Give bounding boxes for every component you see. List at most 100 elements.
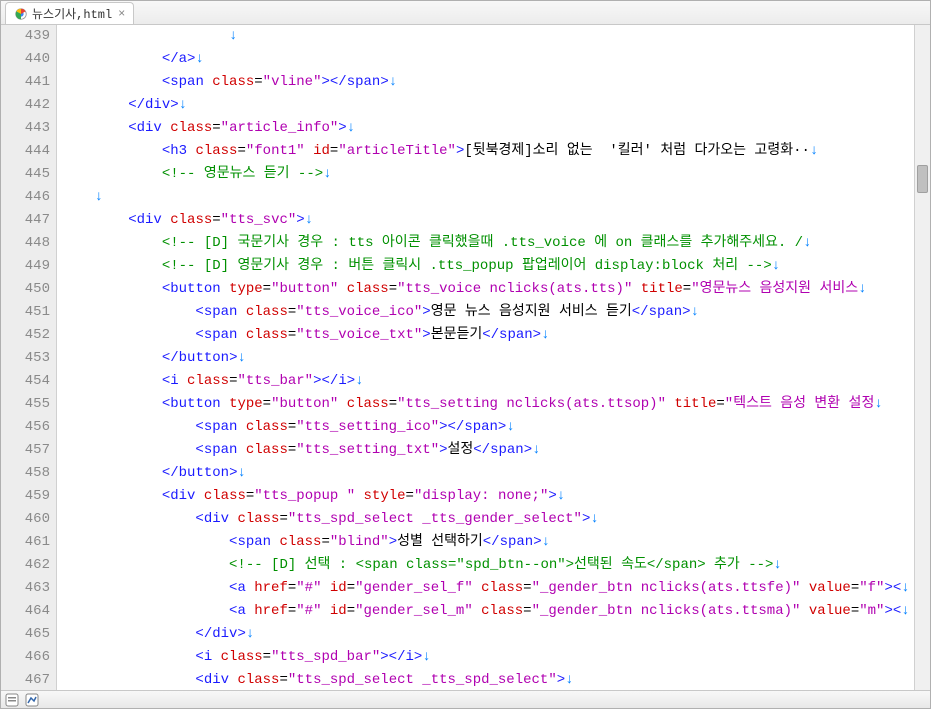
newline-icon: ↓ xyxy=(506,419,514,435)
newline-icon: ↓ xyxy=(542,534,550,550)
line-number: 442 xyxy=(1,94,50,117)
newline-icon: ↓ xyxy=(590,511,598,527)
line-number: 448 xyxy=(1,232,50,255)
newline-icon: ↓ xyxy=(195,51,203,67)
file-tab[interactable]: 뉴스기사,html × xyxy=(5,2,134,24)
newline-icon: ↓ xyxy=(237,465,245,481)
line-number: 450 xyxy=(1,278,50,301)
line-number: 439 xyxy=(1,25,50,48)
newline-icon: ↓ xyxy=(810,143,818,159)
code-line[interactable]: ↓ xyxy=(61,186,914,209)
code-line[interactable]: <!-- [D] 영문기사 경우 : 버튼 클릭시 .tts_popup 팝업레… xyxy=(61,255,914,278)
newline-icon: ↓ xyxy=(858,281,866,297)
code-line[interactable]: </button>↓ xyxy=(61,462,914,485)
newline-icon: ↓ xyxy=(323,166,331,182)
newline-icon: ↓ xyxy=(901,603,909,619)
newline-icon: ↓ xyxy=(422,649,430,665)
code-line[interactable]: ↓ xyxy=(61,25,914,48)
editor-window: 뉴스기사,html × 4394404414424434444454464474… xyxy=(0,0,931,709)
code-line[interactable]: <h3 class="font1" id="articleTitle">[뒷북경… xyxy=(61,140,914,163)
line-number: 443 xyxy=(1,117,50,140)
line-number: 466 xyxy=(1,646,50,669)
newline-icon: ↓ xyxy=(95,189,103,205)
line-number-gutter: 4394404414424434444454464474484494504514… xyxy=(1,25,57,690)
status-icon-1[interactable] xyxy=(5,693,19,707)
line-number: 460 xyxy=(1,508,50,531)
code-line[interactable]: <span class="tts_setting_txt">설정</span>↓ xyxy=(61,439,914,462)
line-number: 440 xyxy=(1,48,50,71)
code-line[interactable]: </a>↓ xyxy=(61,48,914,71)
tab-title: 뉴스기사,html xyxy=(32,5,112,22)
code-line[interactable]: <!-- [D] 선택 : <span class="spd_btn--on">… xyxy=(61,554,914,577)
line-number: 461 xyxy=(1,531,50,554)
line-number: 454 xyxy=(1,370,50,393)
line-number: 447 xyxy=(1,209,50,232)
line-number: 465 xyxy=(1,623,50,646)
line-number: 451 xyxy=(1,301,50,324)
code-line[interactable]: </div>↓ xyxy=(61,623,914,646)
code-line[interactable]: <span class="tts_setting_ico"></span>↓ xyxy=(61,416,914,439)
code-line[interactable]: <i class="tts_spd_bar"></i>↓ xyxy=(61,646,914,669)
newline-icon: ↓ xyxy=(179,97,187,113)
code-line[interactable]: <!-- [D] 국문기사 경우 : tts 아이콘 클릭했을때 .tts_vo… xyxy=(61,232,914,255)
newline-icon: ↓ xyxy=(557,488,565,504)
code-line[interactable]: </button>↓ xyxy=(61,347,914,370)
newline-icon: ↓ xyxy=(541,327,549,343)
code-line[interactable]: <div class="tts_spd_select _tts_gender_s… xyxy=(61,508,914,531)
line-number: 464 xyxy=(1,600,50,623)
code-area[interactable]: ↓ </a>↓ <span class="vline"></span>↓ </d… xyxy=(57,25,914,690)
newline-icon: ↓ xyxy=(874,396,882,412)
line-number: 445 xyxy=(1,163,50,186)
code-line[interactable]: <button type="button" class="tts_setting… xyxy=(61,393,914,416)
line-number: 444 xyxy=(1,140,50,163)
newline-icon: ↓ xyxy=(691,304,699,320)
newline-icon: ↓ xyxy=(246,626,254,642)
newline-icon: ↓ xyxy=(237,350,245,366)
code-line[interactable]: <span class="vline"></span>↓ xyxy=(61,71,914,94)
newline-icon: ↓ xyxy=(532,442,540,458)
line-number: 467 xyxy=(1,669,50,690)
editor-body: 4394404414424434444454464474484494504514… xyxy=(1,25,930,690)
scroll-thumb[interactable] xyxy=(917,165,928,193)
newline-icon: ↓ xyxy=(773,557,781,573)
line-number: 449 xyxy=(1,255,50,278)
code-line[interactable]: <span class="tts_voice_ico">영문 뉴스 음성지원 서… xyxy=(61,301,914,324)
tab-bar: 뉴스기사,html × xyxy=(1,1,930,25)
line-number: 463 xyxy=(1,577,50,600)
line-number: 441 xyxy=(1,71,50,94)
code-line[interactable]: <span class="tts_voice_txt">본문듣기</span>↓ xyxy=(61,324,914,347)
newline-icon: ↓ xyxy=(229,28,237,44)
newline-icon: ↓ xyxy=(355,373,363,389)
code-line[interactable]: <div class="tts_popup " style="display: … xyxy=(61,485,914,508)
tab-close-button[interactable]: × xyxy=(118,7,125,21)
code-line[interactable]: <a href="#" id="gender_sel_m" class="_ge… xyxy=(61,600,914,623)
line-number: 456 xyxy=(1,416,50,439)
line-number: 458 xyxy=(1,462,50,485)
code-line[interactable]: <div class="tts_svc">↓ xyxy=(61,209,914,232)
code-line[interactable]: <span class="blind">성별 선택하기</span>↓ xyxy=(61,531,914,554)
line-number: 457 xyxy=(1,439,50,462)
newline-icon: ↓ xyxy=(565,672,573,688)
code-line[interactable]: <div class="article_info">↓ xyxy=(61,117,914,140)
chrome-icon xyxy=(14,7,28,21)
line-number: 455 xyxy=(1,393,50,416)
newline-icon: ↓ xyxy=(347,120,355,136)
status-icon-2[interactable] xyxy=(25,693,39,707)
code-line[interactable]: </div>↓ xyxy=(61,94,914,117)
newline-icon: ↓ xyxy=(803,235,811,251)
line-number: 459 xyxy=(1,485,50,508)
code-line[interactable]: <div class="tts_spd_select _tts_spd_sele… xyxy=(61,669,914,690)
line-number: 453 xyxy=(1,347,50,370)
code-line[interactable]: <button type="button" class="tts_voice n… xyxy=(61,278,914,301)
line-number: 452 xyxy=(1,324,50,347)
vertical-scrollbar[interactable] xyxy=(914,25,930,690)
status-bar xyxy=(1,690,930,708)
newline-icon: ↓ xyxy=(305,212,313,228)
line-number: 446 xyxy=(1,186,50,209)
line-number: 462 xyxy=(1,554,50,577)
newline-icon: ↓ xyxy=(901,580,909,596)
code-line[interactable]: <a href="#" id="gender_sel_f" class="_ge… xyxy=(61,577,914,600)
code-line[interactable]: <i class="tts_bar"></i>↓ xyxy=(61,370,914,393)
newline-icon: ↓ xyxy=(772,258,780,274)
code-line[interactable]: <!-- 영문뉴스 듣기 -->↓ xyxy=(61,163,914,186)
